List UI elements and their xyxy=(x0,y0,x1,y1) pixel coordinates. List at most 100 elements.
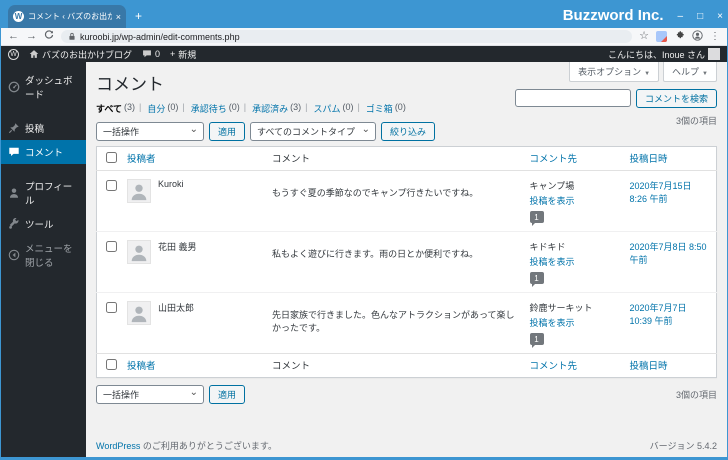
comment-count-badge[interactable]: 1 xyxy=(529,333,544,348)
select-all-checkbox[interactable] xyxy=(106,359,117,370)
comment-text: 先日家族で行きました。色んなアトラクションがあって楽しかったです。 xyxy=(267,292,525,354)
url-bar[interactable]: kuroobi.jp/wp-admin/edit-comments.php xyxy=(61,30,633,43)
help-button[interactable]: ヘルプ ▼ xyxy=(663,62,717,82)
select-all-checkbox[interactable] xyxy=(106,152,117,163)
reload-icon[interactable] xyxy=(44,30,54,43)
minimize-button[interactable]: – xyxy=(678,11,684,22)
close-button[interactable]: × xyxy=(717,11,723,22)
new-tab-button[interactable]: + xyxy=(135,9,142,23)
tab-close-icon[interactable]: × xyxy=(116,12,121,22)
comment-date-link[interactable]: 2020年7月7日 10:39 午前 xyxy=(630,303,687,326)
profile-icon[interactable] xyxy=(692,29,703,44)
view-pending[interactable]: 承認待ち(0) xyxy=(178,102,240,115)
sidebar-item-profile[interactable]: プロフィール xyxy=(1,174,86,212)
sidebar-item-dashboard[interactable]: ダッシュボード xyxy=(1,68,86,106)
comment-author: 花田 義男 xyxy=(158,242,197,252)
header-date[interactable]: 投稿日時 xyxy=(624,353,717,378)
admin-bar-site-link[interactable]: バズのお出かけブログ xyxy=(29,48,132,61)
bulk-action-select[interactable]: 一括操作 xyxy=(96,122,204,141)
capture-extension-icon[interactable] xyxy=(656,31,667,42)
tab-title: コメント ‹ バズのお出かけブログ — W xyxy=(28,12,112,21)
extensions-puzzle-icon[interactable] xyxy=(674,30,685,44)
browser-tab[interactable]: W コメント ‹ バズのお出かけブログ — W × xyxy=(8,5,126,28)
header-in-response-to[interactable]: コメント先 xyxy=(524,146,625,171)
back-icon[interactable]: ← xyxy=(8,31,19,42)
wp-admin-bar: W バズのお出かけブログ 0 + 新規 こんにちは、Inoue さん xyxy=(1,46,727,62)
comment-row: 花田 義男 私もよく遊びに行きます。雨の日とか便利ですね。 キドキド 投稿を表示… xyxy=(96,231,717,293)
view-all[interactable]: すべて (3) xyxy=(96,102,135,115)
comment-type-select[interactable]: すべてのコメントタイプ xyxy=(250,122,377,141)
admin-footer: WordPress のご利用ありがとうございます。 バージョン 5.4.2 xyxy=(96,439,717,452)
header-in-response-to[interactable]: コメント先 xyxy=(524,353,625,378)
view-trash[interactable]: ゴミ箱(0) xyxy=(353,102,406,115)
table-footer-row: 投稿者 コメント コメント先 投稿日時 xyxy=(96,353,717,378)
browser-toolbar: ← → kuroobi.jp/wp-admin/edit-comments.ph… xyxy=(1,28,727,46)
comment-date-link[interactable]: 2020年7月15日 8:26 午前 xyxy=(630,181,692,204)
wrench-icon xyxy=(9,218,19,229)
screen-options-button[interactable]: 表示オプション ▼ xyxy=(569,62,660,82)
search-comments-input[interactable] xyxy=(514,89,631,107)
comment-author: 山田太郎 xyxy=(158,303,195,313)
wordpress-link[interactable]: WordPress xyxy=(96,441,140,451)
comments-table: 投稿者 コメント コメント先 投稿日時 Kuroki もうすぐ夏の季節なのでキャ… xyxy=(96,146,717,378)
forward-icon[interactable]: → xyxy=(26,31,37,42)
view-post-link[interactable]: 投稿を表示 xyxy=(530,316,575,329)
bulk-action-select-bottom[interactable]: 一括操作 xyxy=(96,385,204,404)
sidebar-item-comments[interactable]: コメント xyxy=(1,140,86,164)
header-comment: コメント xyxy=(267,146,525,171)
response-post-title[interactable]: キャンプ場 xyxy=(530,179,620,192)
chevron-down-icon: ▼ xyxy=(702,71,708,77)
plus-icon: + xyxy=(170,49,176,59)
header-author[interactable]: 投稿者 xyxy=(122,146,267,171)
row-checkbox[interactable] xyxy=(106,241,117,252)
header-author[interactable]: 投稿者 xyxy=(122,353,267,378)
window-controls: – □ × xyxy=(678,11,723,22)
header-comment: コメント xyxy=(267,353,525,378)
comment-date-link[interactable]: 2020年7月8日 8:50 午前 xyxy=(630,242,707,265)
avatar xyxy=(127,301,151,325)
view-post-link[interactable]: 投稿を表示 xyxy=(530,194,575,207)
version-text: バージョン 5.4.2 xyxy=(649,441,717,451)
window-title: Buzzword Inc. xyxy=(562,7,664,24)
avatar xyxy=(708,48,720,60)
item-count-bottom: 3個の項目 xyxy=(675,390,717,400)
filter-button[interactable]: 絞り込み xyxy=(381,122,436,141)
browser-titlebar: W コメント ‹ バズのお出かけブログ — W × + Buzzword Inc… xyxy=(1,0,727,28)
collapse-menu-icon xyxy=(8,249,20,261)
header-date[interactable]: 投稿日時 xyxy=(624,146,717,171)
wp-logo-icon[interactable]: W xyxy=(8,48,19,60)
admin-bar-comments[interactable]: 0 xyxy=(142,49,160,59)
row-checkbox[interactable] xyxy=(106,302,117,313)
greeting-text: こんにちは、Inoue さん xyxy=(607,49,705,60)
view-approved[interactable]: 承認済み(3) xyxy=(240,102,301,115)
row-checkbox[interactable] xyxy=(106,180,117,191)
comment-text: もうすぐ夏の季節なのでキャンプ行きたいですね。 xyxy=(272,188,479,198)
admin-content: 表示オプション▼ ヘルプ▼ コメント すべて(3) 自分(0) 承認待ち(0) … xyxy=(86,62,727,457)
view-post-link[interactable]: 投稿を表示 xyxy=(530,255,575,268)
maximize-button[interactable]: □ xyxy=(697,11,703,22)
comments-icon xyxy=(9,147,19,156)
sidebar-item-collapse-menu[interactable]: メニューを閉じる xyxy=(1,236,86,274)
apply-button[interactable]: 適用 xyxy=(209,122,246,141)
view-mine[interactable]: 自分(0) xyxy=(135,102,178,115)
comment-count-badge[interactable]: 1 xyxy=(529,272,544,287)
table-header-row: 投稿者 コメント コメント先 投稿日時 xyxy=(96,146,717,171)
admin-bar-account[interactable]: こんにちは、Inoue さん xyxy=(608,48,720,61)
comment-count-badge[interactable]: 1 xyxy=(529,211,544,226)
sidebar-item-posts[interactable]: 投稿 xyxy=(1,116,86,140)
search-comments-button[interactable]: コメントを検索 xyxy=(635,89,717,108)
response-post-title[interactable]: 鈴鹿サーキット xyxy=(530,301,620,314)
sidebar-item-tools[interactable]: ツール xyxy=(1,212,86,236)
browser-menu-icon[interactable]: ⋮ xyxy=(710,31,720,42)
admin-sidebar: ダッシュボード 投稿 コメント プロフィール ツール メニューを閉じる xyxy=(1,62,86,457)
dashboard-icon xyxy=(8,81,20,93)
view-spam[interactable]: スパム(0) xyxy=(301,102,353,115)
admin-bar-new[interactable]: + 新規 xyxy=(170,48,196,61)
bookmark-star-icon[interactable]: ☆ xyxy=(639,31,649,42)
thanks-text: のご利用ありがとうございます。 xyxy=(140,441,277,451)
browser-window: W コメント ‹ バズのお出かけブログ — W × + Buzzword Inc… xyxy=(0,0,728,460)
apply-button-bottom[interactable]: 適用 xyxy=(209,385,246,404)
pushpin-icon xyxy=(8,123,19,134)
response-post-title[interactable]: キドキド xyxy=(530,240,620,253)
home-icon xyxy=(29,50,39,58)
